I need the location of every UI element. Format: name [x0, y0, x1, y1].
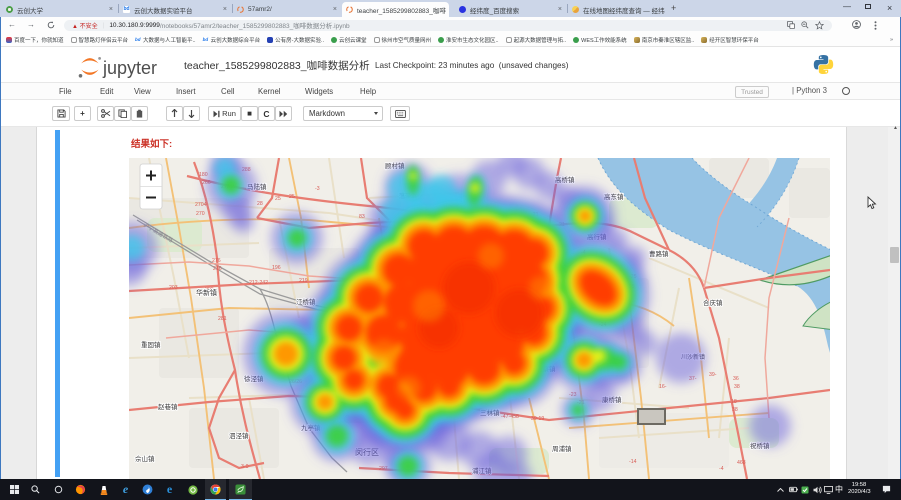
- svg-text:39-: 39-: [709, 372, 717, 378]
- svg-text:华新镇: 华新镇: [196, 288, 217, 297]
- svg-text:泗泾镇: 泗泾镇: [229, 431, 249, 440]
- svg-text:203: 203: [169, 285, 178, 291]
- svg-text:38: 38: [734, 384, 740, 390]
- svg-text:276: 276: [212, 258, 221, 264]
- svg-text:180: 180: [199, 172, 208, 178]
- svg-text:219: 219: [299, 278, 308, 284]
- svg-text:18: 18: [731, 399, 737, 405]
- svg-text:36: 36: [733, 376, 739, 382]
- svg-text:-14: -14: [629, 459, 637, 465]
- svg-text:重固镇: 重固镇: [141, 340, 161, 349]
- svg-text:39-19: 39-19: [531, 416, 544, 422]
- svg-text:-3: -3: [315, 186, 320, 192]
- svg-text:83: 83: [359, 214, 365, 220]
- svg-text:-4: -4: [719, 466, 724, 472]
- svg-text:2704: 2704: [195, 202, 207, 208]
- svg-text:佘山镇: 佘山镇: [135, 454, 155, 463]
- svg-text:周浦镇: 周浦镇: [552, 444, 572, 453]
- svg-text:196: 196: [272, 265, 281, 271]
- svg-text:3-0: 3-0: [241, 464, 249, 470]
- svg-text:25: 25: [289, 194, 295, 200]
- svg-text:曹路镇: 曹路镇: [649, 249, 669, 258]
- svg-text:合庆镇: 合庆镇: [703, 298, 723, 307]
- svg-text:16-: 16-: [659, 384, 667, 390]
- svg-text:281: 281: [218, 316, 227, 322]
- svg-text:28: 28: [257, 201, 263, 207]
- svg-text:468: 468: [737, 460, 746, 466]
- svg-text:jupyter: jupyter: [102, 58, 157, 78]
- svg-text:212-242: 212-242: [249, 280, 268, 286]
- svg-text:216: 216: [213, 266, 222, 272]
- svg-text:-47-458: -47-458: [501, 414, 519, 420]
- svg-text:270: 270: [196, 211, 205, 217]
- svg-text:25: 25: [275, 196, 281, 202]
- svg-text:赵巷镇: 赵巷镇: [158, 402, 178, 411]
- svg-text:38: 38: [732, 407, 738, 413]
